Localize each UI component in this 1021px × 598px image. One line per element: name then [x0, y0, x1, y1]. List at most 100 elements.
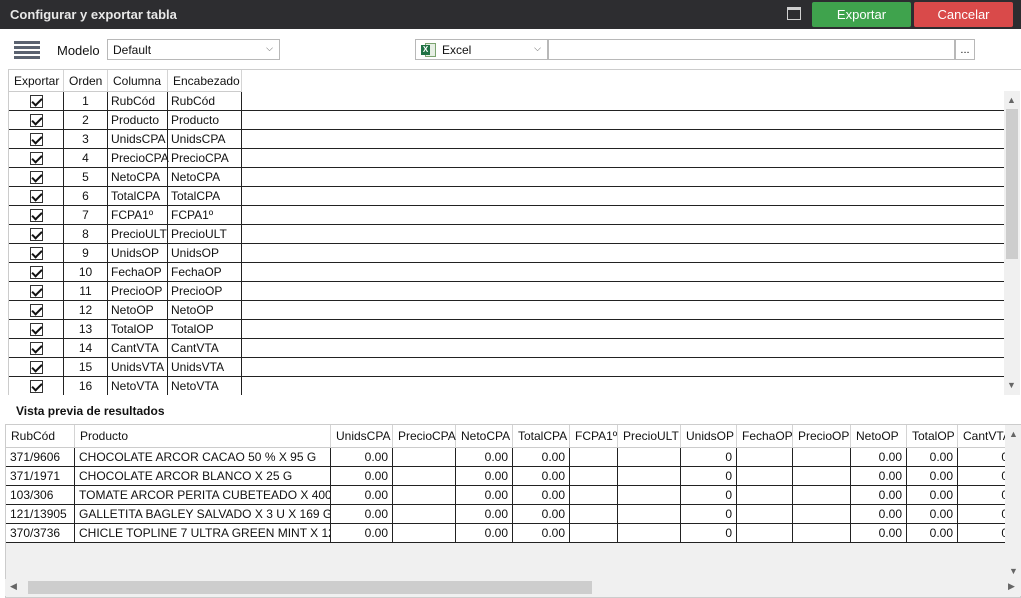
export-checkbox[interactable]: [29, 322, 43, 336]
maximize-icon[interactable]: [787, 7, 801, 20]
preview-column-header[interactable]: Producto: [75, 425, 331, 448]
export-checkbox[interactable]: [29, 170, 43, 184]
encabezado-cell[interactable]: RubCód: [168, 92, 242, 110]
format-select[interactable]: X Excel ⌵: [415, 39, 548, 60]
table-row[interactable]: 121/13905 GALLETITA BAGLEY SALVADO X 3 U …: [6, 505, 1020, 524]
encabezado-cell[interactable]: Producto: [168, 111, 242, 129]
orden-cell: 6: [64, 187, 108, 205]
table-row[interactable]: 103/306 TOMATE ARCOR PERITA CUBETEADO X 4…: [6, 486, 1020, 505]
table-row[interactable]: 4 PrecioCPA PrecioCPA: [9, 149, 1005, 168]
preview-column-header[interactable]: FCPA1º: [570, 425, 618, 448]
preview-title: Vista previa de resultados: [16, 404, 165, 418]
scroll-up-icon[interactable]: ▲: [1007, 95, 1016, 105]
preview-column-header[interactable]: NetoOP: [851, 425, 907, 448]
scrollbar-thumb[interactable]: [28, 581, 592, 594]
table-row[interactable]: 3 UnidsCPA UnidsCPA: [9, 130, 1005, 149]
table-row[interactable]: 11 PrecioOP PrecioOP: [9, 282, 1005, 301]
table-row[interactable]: 370/3736 CHICLE TOPLINE 7 ULTRA GREEN MIN…: [6, 524, 1020, 543]
export-cell: [9, 149, 64, 167]
scrollbar-thumb[interactable]: [1006, 109, 1018, 259]
table-row[interactable]: 5 NetoCPA NetoCPA: [9, 168, 1005, 187]
preview-column-header[interactable]: PrecioCPA: [393, 425, 456, 448]
encabezado-cell[interactable]: UnidsCPA: [168, 130, 242, 148]
window-title: Configurar y exportar tabla: [10, 7, 177, 22]
encabezado-cell[interactable]: NetoCPA: [168, 168, 242, 186]
export-checkbox[interactable]: [29, 151, 43, 165]
export-checkbox[interactable]: [29, 303, 43, 317]
table-cell: TOMATE ARCOR PERITA CUBETEADO X 400 G: [75, 486, 331, 505]
column-header-columna[interactable]: Columna: [108, 70, 168, 92]
orden-cell: 15: [64, 358, 108, 376]
preview-column-header[interactable]: UnidsCPA: [331, 425, 393, 448]
scroll-left-icon[interactable]: ◀: [10, 581, 17, 592]
filler-cell: [242, 206, 1005, 224]
table-row[interactable]: 8 PrecioULT PrecioULT: [9, 225, 1005, 244]
scroll-right-icon[interactable]: ▶: [1008, 581, 1015, 592]
preview-column-header[interactable]: TotalCPA: [513, 425, 570, 448]
encabezado-cell[interactable]: PrecioOP: [168, 282, 242, 300]
file-path-input[interactable]: [548, 39, 955, 60]
export-checkbox[interactable]: [29, 360, 43, 374]
encabezado-cell[interactable]: TotalCPA: [168, 187, 242, 205]
table-row[interactable]: 6 TotalCPA TotalCPA: [9, 187, 1005, 206]
encabezado-cell[interactable]: NetoOP: [168, 301, 242, 319]
columns-grid-scrollbar[interactable]: ▲ ▼: [1004, 91, 1020, 395]
table-row[interactable]: 371/9606 CHOCOLATE ARCOR CACAO 50 % X 95 …: [6, 448, 1020, 467]
encabezado-cell[interactable]: UnidsVTA: [168, 358, 242, 376]
export-cell: [9, 358, 64, 376]
preview-column-header[interactable]: PrecioOP: [793, 425, 851, 448]
table-row[interactable]: 1 RubCód RubCód: [9, 92, 1005, 111]
table-row[interactable]: 12 NetoOP NetoOP: [9, 301, 1005, 320]
export-checkbox[interactable]: [29, 113, 43, 127]
table-row[interactable]: 7 FCPA1º FCPA1º: [9, 206, 1005, 225]
export-checkbox[interactable]: [29, 208, 43, 222]
encabezado-cell[interactable]: NetoVTA: [168, 377, 242, 395]
table-row[interactable]: 13 TotalOP TotalOP: [9, 320, 1005, 339]
export-button[interactable]: Exportar: [812, 2, 911, 27]
export-checkbox[interactable]: [29, 246, 43, 260]
preview-horizontal-scrollbar[interactable]: ◀ ▶: [5, 579, 1021, 596]
column-header-exportar[interactable]: Exportar: [9, 70, 64, 92]
table-row[interactable]: 15 UnidsVTA UnidsVTA: [9, 358, 1005, 377]
scroll-up-icon[interactable]: ▲: [1009, 429, 1018, 439]
export-checkbox[interactable]: [29, 284, 43, 298]
encabezado-cell[interactable]: UnidsOP: [168, 244, 242, 262]
table-row[interactable]: 10 FechaOP FechaOP: [9, 263, 1005, 282]
preview-column-header[interactable]: FechaOP: [737, 425, 793, 448]
list-menu-icon[interactable]: [14, 41, 40, 59]
table-row[interactable]: 16 NetoVTA NetoVTA: [9, 377, 1005, 395]
preview-column-header[interactable]: PrecioULT: [618, 425, 681, 448]
table-row[interactable]: 2 Producto Producto: [9, 111, 1005, 130]
preview-column-header[interactable]: TotalOP: [907, 425, 958, 448]
export-checkbox[interactable]: [29, 379, 43, 393]
column-header-orden[interactable]: Orden: [64, 70, 108, 92]
export-checkbox[interactable]: [29, 94, 43, 108]
encabezado-cell[interactable]: FCPA1º: [168, 206, 242, 224]
table-cell: [570, 448, 618, 467]
preview-column-header[interactable]: RubCód: [6, 425, 75, 448]
modelo-select[interactable]: Default ⌵: [107, 39, 280, 60]
filler-cell: [242, 339, 1005, 357]
browse-button[interactable]: ...: [955, 39, 975, 60]
cancel-button[interactable]: Cancelar: [914, 2, 1013, 27]
preview-column-header[interactable]: NetoCPA: [456, 425, 513, 448]
export-checkbox[interactable]: [29, 132, 43, 146]
encabezado-cell[interactable]: TotalOP: [168, 320, 242, 338]
preview-vertical-scrollbar[interactable]: ▲ ▼: [1005, 425, 1021, 579]
table-row[interactable]: 9 UnidsOP UnidsOP: [9, 244, 1005, 263]
export-checkbox[interactable]: [29, 265, 43, 279]
encabezado-cell[interactable]: FechaOP: [168, 263, 242, 281]
encabezado-cell[interactable]: PrecioCPA: [168, 149, 242, 167]
encabezado-cell[interactable]: CantVTA: [168, 339, 242, 357]
export-checkbox[interactable]: [29, 341, 43, 355]
scroll-down-icon[interactable]: ▼: [1009, 566, 1018, 576]
column-header-encabezado[interactable]: Encabezado: [168, 70, 242, 92]
table-row[interactable]: 371/1971 CHOCOLATE ARCOR BLANCO X 25 G 0.0…: [6, 467, 1020, 486]
table-cell: 0.00: [456, 486, 513, 505]
encabezado-cell[interactable]: PrecioULT: [168, 225, 242, 243]
export-checkbox[interactable]: [29, 189, 43, 203]
preview-column-header[interactable]: UnidsOP: [681, 425, 737, 448]
export-checkbox[interactable]: [29, 227, 43, 241]
table-row[interactable]: 14 CantVTA CantVTA: [9, 339, 1005, 358]
scroll-down-icon[interactable]: ▼: [1007, 380, 1016, 390]
